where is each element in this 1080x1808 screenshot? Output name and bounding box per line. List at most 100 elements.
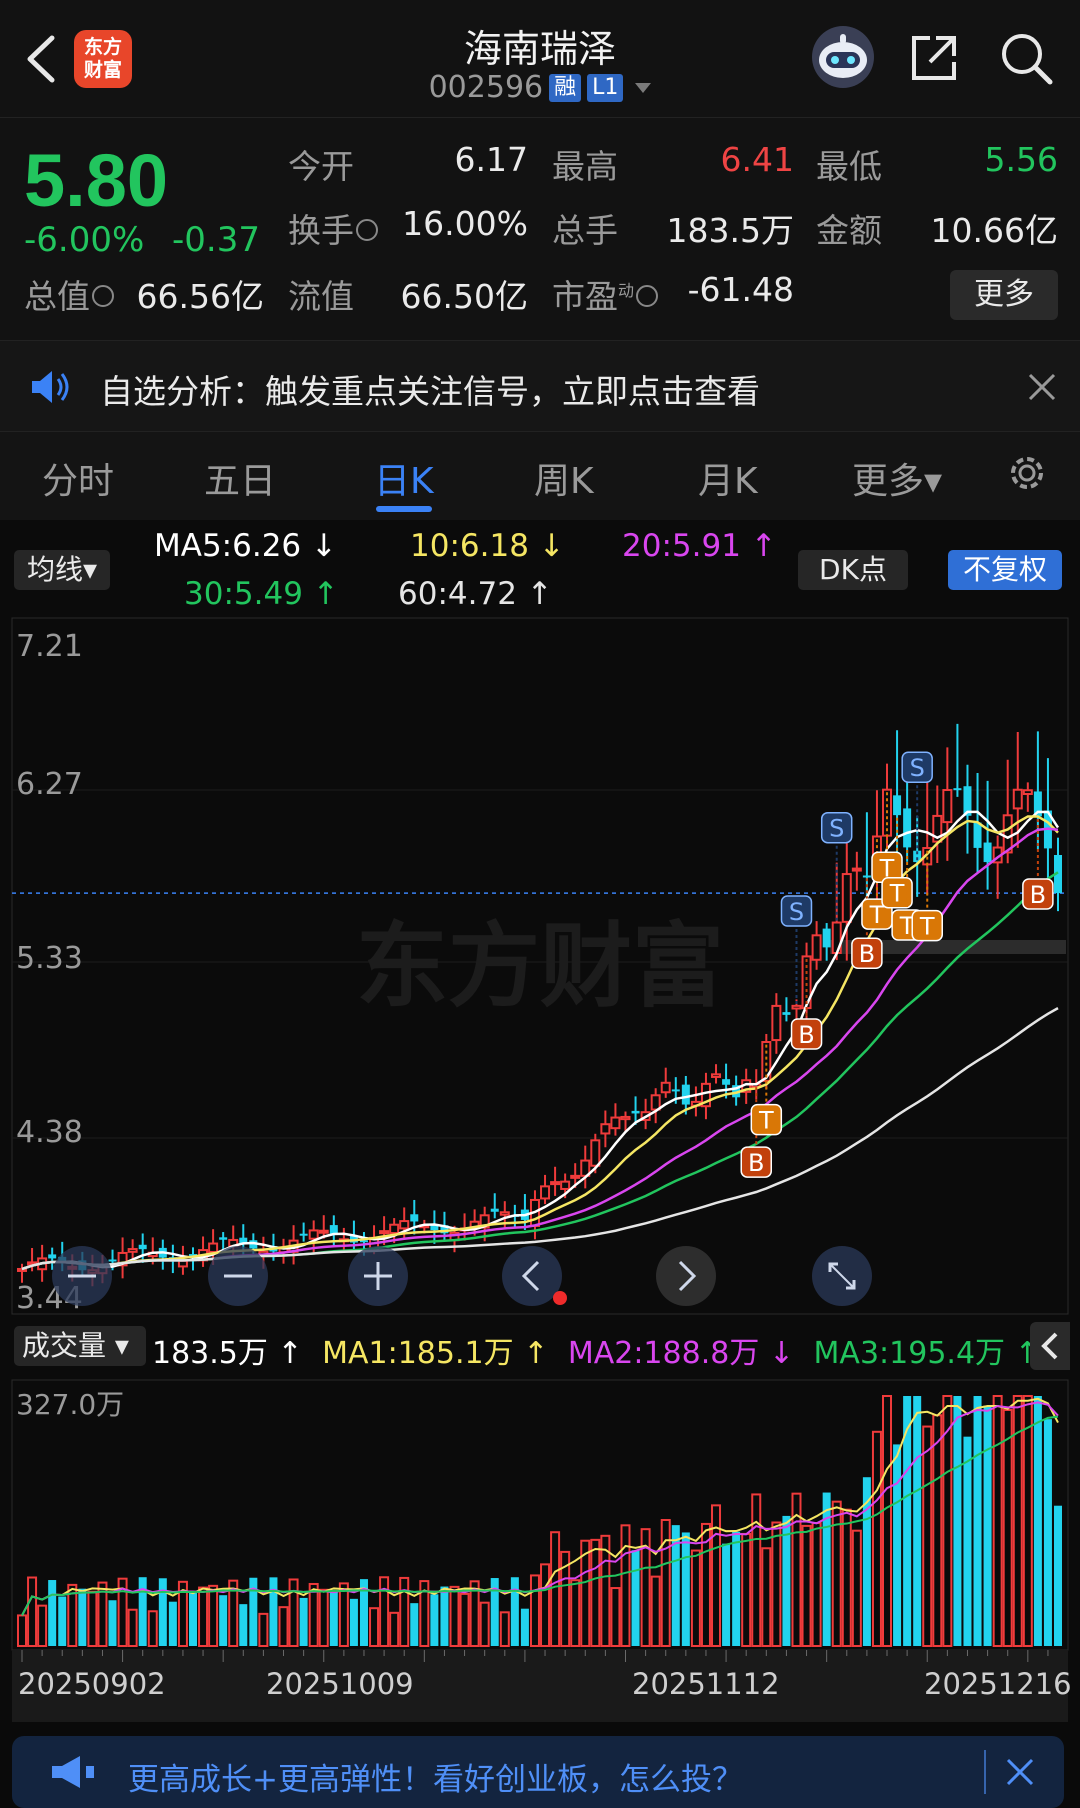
svg-text:B: B [859, 940, 875, 968]
candle-body [711, 1073, 722, 1078]
chevron-left-icon [1041, 1332, 1058, 1360]
volume-bar [168, 1601, 177, 1646]
volume-ma10-line [21, 1401, 1059, 1616]
svg-text:S: S [789, 898, 804, 926]
volume-bar [953, 1396, 962, 1646]
x-axis-label: 20251112 [632, 1667, 780, 1701]
volume-bar [893, 1444, 902, 1646]
candle-body [560, 1180, 571, 1190]
volume-bar [590, 1538, 601, 1648]
volume-bar [87, 1590, 98, 1648]
volume-bar [1043, 1419, 1052, 1646]
volume-bar [1022, 1395, 1033, 1647]
volume-bar [288, 1578, 299, 1648]
candle-body [48, 1254, 57, 1259]
volume-bar [158, 1578, 167, 1646]
candle-body [973, 822, 982, 848]
zoom-in-button[interactable] [348, 1246, 408, 1306]
kline-chart[interactable]: 东方财富 7.21 6.27 5.33 4.38 3.44 SSSBTBBTTT… [0, 0, 1080, 1808]
volume-bar [690, 1549, 701, 1647]
candle-body [499, 1211, 510, 1216]
candle-body [893, 795, 902, 816]
close-icon[interactable] [1002, 1754, 1038, 1790]
x-axis-label: 20251216 [924, 1667, 1072, 1701]
volume-bar [48, 1580, 57, 1646]
volume-bar [932, 1414, 943, 1647]
megaphone-icon [48, 1752, 98, 1792]
volume-indicator-selector[interactable]: 成交量 ▾ [14, 1326, 146, 1366]
candle-body [1022, 789, 1033, 795]
volume-bar [459, 1592, 470, 1648]
volume-bar [430, 1594, 439, 1646]
volume-bar [801, 1524, 812, 1647]
candle-body [983, 842, 992, 863]
candle-body [177, 1259, 188, 1268]
candle-body [841, 873, 852, 923]
volume-bar [540, 1563, 551, 1647]
candle-body [942, 789, 953, 824]
volume-bar [620, 1524, 631, 1648]
volume-bar [811, 1522, 822, 1648]
volume-bar [499, 1611, 510, 1647]
candle-body [410, 1214, 419, 1222]
candle-body [851, 867, 862, 872]
candle-body [299, 1233, 308, 1236]
candle-body [903, 808, 912, 848]
volume-bar [147, 1610, 158, 1648]
volume-bar [841, 1508, 852, 1647]
volume-bar [27, 1576, 38, 1647]
banner-divider [984, 1750, 986, 1794]
x-axis-band [12, 1650, 1068, 1722]
volume-bar [973, 1396, 982, 1646]
volume-bar [983, 1405, 992, 1646]
volume-bar [529, 1574, 540, 1647]
volume-bar [299, 1597, 308, 1646]
volume-bar [338, 1582, 349, 1647]
candle-body [811, 934, 822, 961]
candle-body [722, 1079, 731, 1085]
svg-text:B: B [748, 1149, 764, 1177]
volume-bar [188, 1593, 197, 1646]
volume-bar [660, 1518, 671, 1648]
collapse-panel-button[interactable] [1030, 1322, 1070, 1370]
price-axis-label: 7.21 [16, 629, 83, 664]
candle-body [590, 1139, 601, 1167]
volume-ma20-line [21, 1415, 1059, 1616]
candle-body [822, 928, 831, 948]
zoom-out-button[interactable] [52, 1246, 112, 1306]
candle-body [771, 1004, 782, 1042]
volume-ma5-line [21, 1397, 1059, 1616]
volume-bar [440, 1586, 449, 1646]
volume-bar [851, 1529, 862, 1647]
candle-body [379, 1230, 390, 1235]
volume-bar [751, 1493, 762, 1647]
candle-body [631, 1110, 640, 1114]
fullscreen-button[interactable] [812, 1246, 872, 1306]
candle-body [540, 1185, 551, 1200]
volume-bar [681, 1532, 690, 1646]
volume-bar [510, 1577, 519, 1646]
candle-body [219, 1237, 228, 1240]
promo-banner[interactable]: 更高成长+更高弹性！看好创业板，怎么投？ [12, 1736, 1064, 1808]
svg-text:S: S [910, 754, 925, 782]
candle-body [953, 788, 962, 791]
volume-bar [610, 1587, 621, 1647]
volume-bar [399, 1576, 410, 1648]
volume-bar [379, 1576, 390, 1648]
candle-body [782, 1012, 791, 1015]
candle-body [308, 1229, 319, 1240]
zoom-minus-button[interactable] [208, 1246, 268, 1306]
candle-body [610, 1116, 621, 1130]
x-axis-label: 20251009 [266, 1667, 414, 1701]
candle-body [550, 1181, 561, 1186]
scroll-left-button[interactable] [502, 1246, 562, 1306]
scroll-right-button[interactable] [656, 1246, 716, 1306]
volume-bar [741, 1532, 752, 1647]
candle-body [650, 1094, 661, 1111]
volume-bar [449, 1585, 460, 1647]
volume-bar [882, 1395, 893, 1647]
red-dot-indicator [553, 1291, 567, 1305]
volume-bar [58, 1596, 67, 1646]
volume-bar [278, 1606, 289, 1648]
volume-bar [520, 1608, 529, 1646]
